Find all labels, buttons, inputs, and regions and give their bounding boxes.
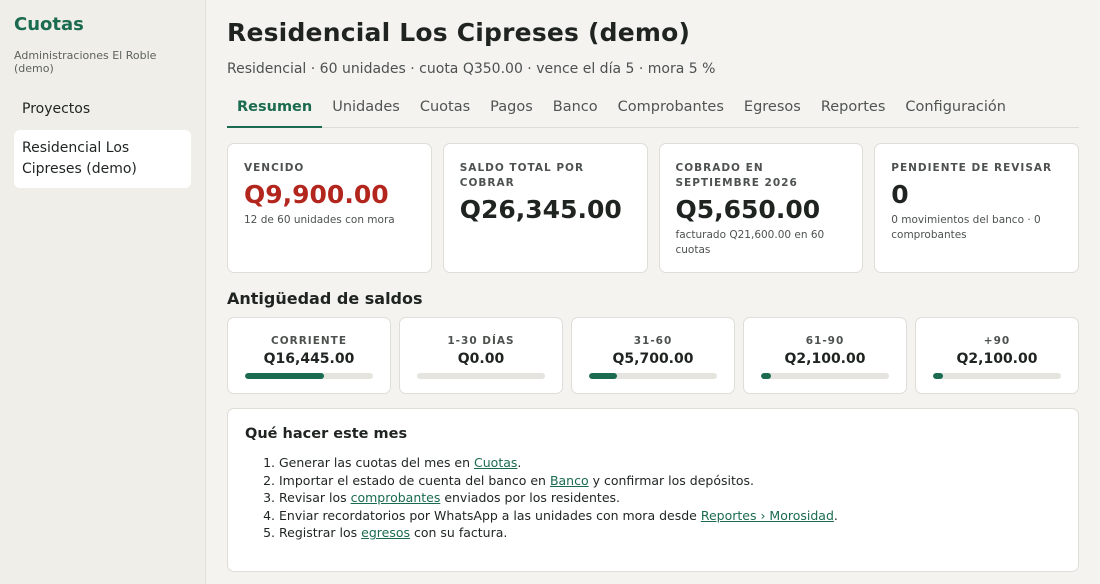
monthly-checklist: Qué hacer este mes Generar las cuotas de… bbox=[227, 408, 1079, 572]
bucket-amount: Q2,100.00 bbox=[956, 351, 1038, 367]
aging-bucket-1-30: 1-30 DÍAS Q0.00 bbox=[399, 317, 563, 394]
aging-bucket-31-60: 31-60 Q5,700.00 bbox=[571, 317, 735, 394]
tab-resumen[interactable]: Resumen bbox=[227, 94, 323, 128]
checklist-title: Qué hacer este mes bbox=[245, 426, 408, 442]
kpi-note: 12 de 60 unidades con mora bbox=[244, 214, 395, 226]
step-text: Enviar recordatorios por WhatsApp a las … bbox=[279, 507, 701, 523]
bucket-label: 61-90 bbox=[805, 335, 845, 347]
kpi-label: SALDO TOTAL POR COBRAR bbox=[459, 162, 585, 189]
kpi-card-overdue: VENCIDO Q9,900.00 12 de 60 unidades con … bbox=[227, 143, 432, 273]
bucket-label: CORRIENTE bbox=[270, 335, 347, 347]
kpi-label: VENCIDO bbox=[244, 162, 305, 174]
aging-bucket-90-plus: +90 Q2,100.00 bbox=[915, 317, 1079, 394]
bucket-bar-fill bbox=[933, 373, 944, 379]
aging-buckets: CORRIENTE Q16,445.00 1-30 DÍAS Q0.00 31-… bbox=[227, 317, 1079, 394]
link-cuotas[interactable]: Cuotas bbox=[474, 455, 517, 470]
aging-bucket-current: CORRIENTE Q16,445.00 bbox=[227, 317, 391, 394]
bucket-label: 1-30 DÍAS bbox=[447, 335, 515, 347]
bucket-bar-fill bbox=[245, 373, 325, 379]
checklist-steps: Generar las cuotas del mes en Cuotas. Im… bbox=[245, 454, 1061, 542]
kpi-value: Q26,345.00 bbox=[459, 195, 622, 224]
kpi-card-collected: COBRADO EN SEPTIEMBRE 2026 Q5,650.00 fac… bbox=[658, 143, 864, 273]
step-text: Generar las cuotas del mes en bbox=[279, 455, 475, 470]
sidebar-item-projects[interactable]: Proyectos bbox=[14, 91, 191, 128]
kpi-cards: VENCIDO Q9,900.00 12 de 60 unidades con … bbox=[227, 143, 1079, 273]
link-banco[interactable]: Banco bbox=[550, 473, 589, 488]
bucket-bar-track bbox=[761, 373, 889, 379]
kpi-label: COBRADO EN SEPTIEMBRE 2026 bbox=[675, 162, 798, 189]
kpi-card-total-receivable: SALDO TOTAL POR COBRAR Q26,345.00 bbox=[442, 143, 648, 273]
checklist-step: Revisar los comprobantes enviados por lo… bbox=[279, 489, 1061, 507]
bucket-amount: Q2,100.00 bbox=[784, 351, 866, 367]
kpi-value: 0 bbox=[891, 180, 909, 209]
checklist-step: Enviar recordatorios por WhatsApp a las … bbox=[279, 507, 1061, 525]
bucket-label: +90 bbox=[983, 335, 1011, 347]
step-text: Revisar los bbox=[279, 490, 351, 506]
step-text: Importar el estado de cuenta del banco e… bbox=[279, 472, 550, 488]
bucket-amount: Q0.00 bbox=[457, 351, 505, 367]
bucket-bar-track bbox=[589, 373, 717, 379]
step-text: . bbox=[517, 455, 522, 470]
organization-name: Administraciones El Roble (demo) bbox=[14, 49, 157, 75]
bucket-bar-track bbox=[245, 373, 373, 379]
aging-bucket-61-90: 61-90 Q2,100.00 bbox=[743, 317, 907, 394]
tab-pagos[interactable]: Pagos bbox=[480, 94, 543, 128]
checklist-step: Importar el estado de cuenta del banco e… bbox=[279, 472, 1061, 490]
app-brand[interactable]: Cuotas bbox=[14, 14, 191, 35]
tab-cuotas[interactable]: Cuotas bbox=[410, 94, 480, 128]
project-summary: Residencial · 60 unidades · cuota Q350.0… bbox=[227, 61, 716, 77]
tab-unidades[interactable]: Unidades bbox=[322, 94, 410, 128]
tab-bar: Resumen Unidades Cuotas Pagos Banco Comp… bbox=[227, 94, 1079, 128]
page-title: Residencial Los Cipreses (demo) bbox=[227, 18, 691, 47]
tab-reportes[interactable]: Reportes bbox=[811, 94, 896, 128]
kpi-value: Q5,650.00 bbox=[675, 195, 821, 224]
checklist-step: Registrar los egresos con su factura. bbox=[279, 524, 1061, 542]
step-text: y confirmar los depósitos. bbox=[588, 472, 754, 488]
kpi-card-pending-review: PENDIENTE DE REVISAR 0 0 movimientos del… bbox=[874, 143, 1079, 273]
bucket-amount: Q5,700.00 bbox=[612, 351, 694, 367]
sidebar: Cuotas Administraciones El Roble (demo) … bbox=[0, 0, 206, 584]
step-text: con su factura. bbox=[410, 525, 508, 541]
link-egresos[interactable]: egresos bbox=[361, 525, 410, 540]
bucket-bar-track bbox=[417, 373, 545, 379]
bucket-bar-fill bbox=[761, 373, 772, 379]
bucket-bar-track bbox=[933, 373, 1061, 379]
main-content: Residencial Los Cipreses (demo) Residenc… bbox=[227, 0, 1079, 572]
link-comprobantes[interactable]: comprobantes bbox=[351, 490, 441, 505]
kpi-value: Q9,900.00 bbox=[244, 180, 389, 209]
tab-banco[interactable]: Banco bbox=[543, 94, 608, 128]
kpi-note: 0 movimientos del banco · 0 comprobantes bbox=[891, 214, 1041, 241]
bucket-label: 31-60 bbox=[633, 335, 673, 347]
bucket-amount: Q16,445.00 bbox=[263, 351, 355, 367]
bucket-bar-fill bbox=[589, 373, 618, 379]
tab-comprobantes[interactable]: Comprobantes bbox=[608, 94, 734, 128]
link-reportes-morosidad[interactable]: Reportes › Morosidad bbox=[701, 508, 834, 523]
tab-egresos[interactable]: Egresos bbox=[734, 94, 811, 128]
step-text: . bbox=[833, 507, 838, 523]
tab-configuracion[interactable]: Configuración bbox=[895, 94, 1016, 128]
sidebar-item-current-project[interactable]: Residencial Los Cipreses (demo) bbox=[14, 130, 191, 188]
checklist-step: Generar las cuotas del mes en Cuotas. bbox=[279, 454, 1061, 472]
step-text: Registrar los bbox=[279, 525, 362, 541]
aging-title: Antigüedad de saldos bbox=[227, 289, 423, 308]
kpi-note: facturado Q21,600.00 en 60 cuotas bbox=[675, 229, 825, 256]
kpi-label: PENDIENTE DE REVISAR bbox=[891, 162, 1053, 174]
step-text: enviados por los residentes. bbox=[440, 490, 620, 506]
